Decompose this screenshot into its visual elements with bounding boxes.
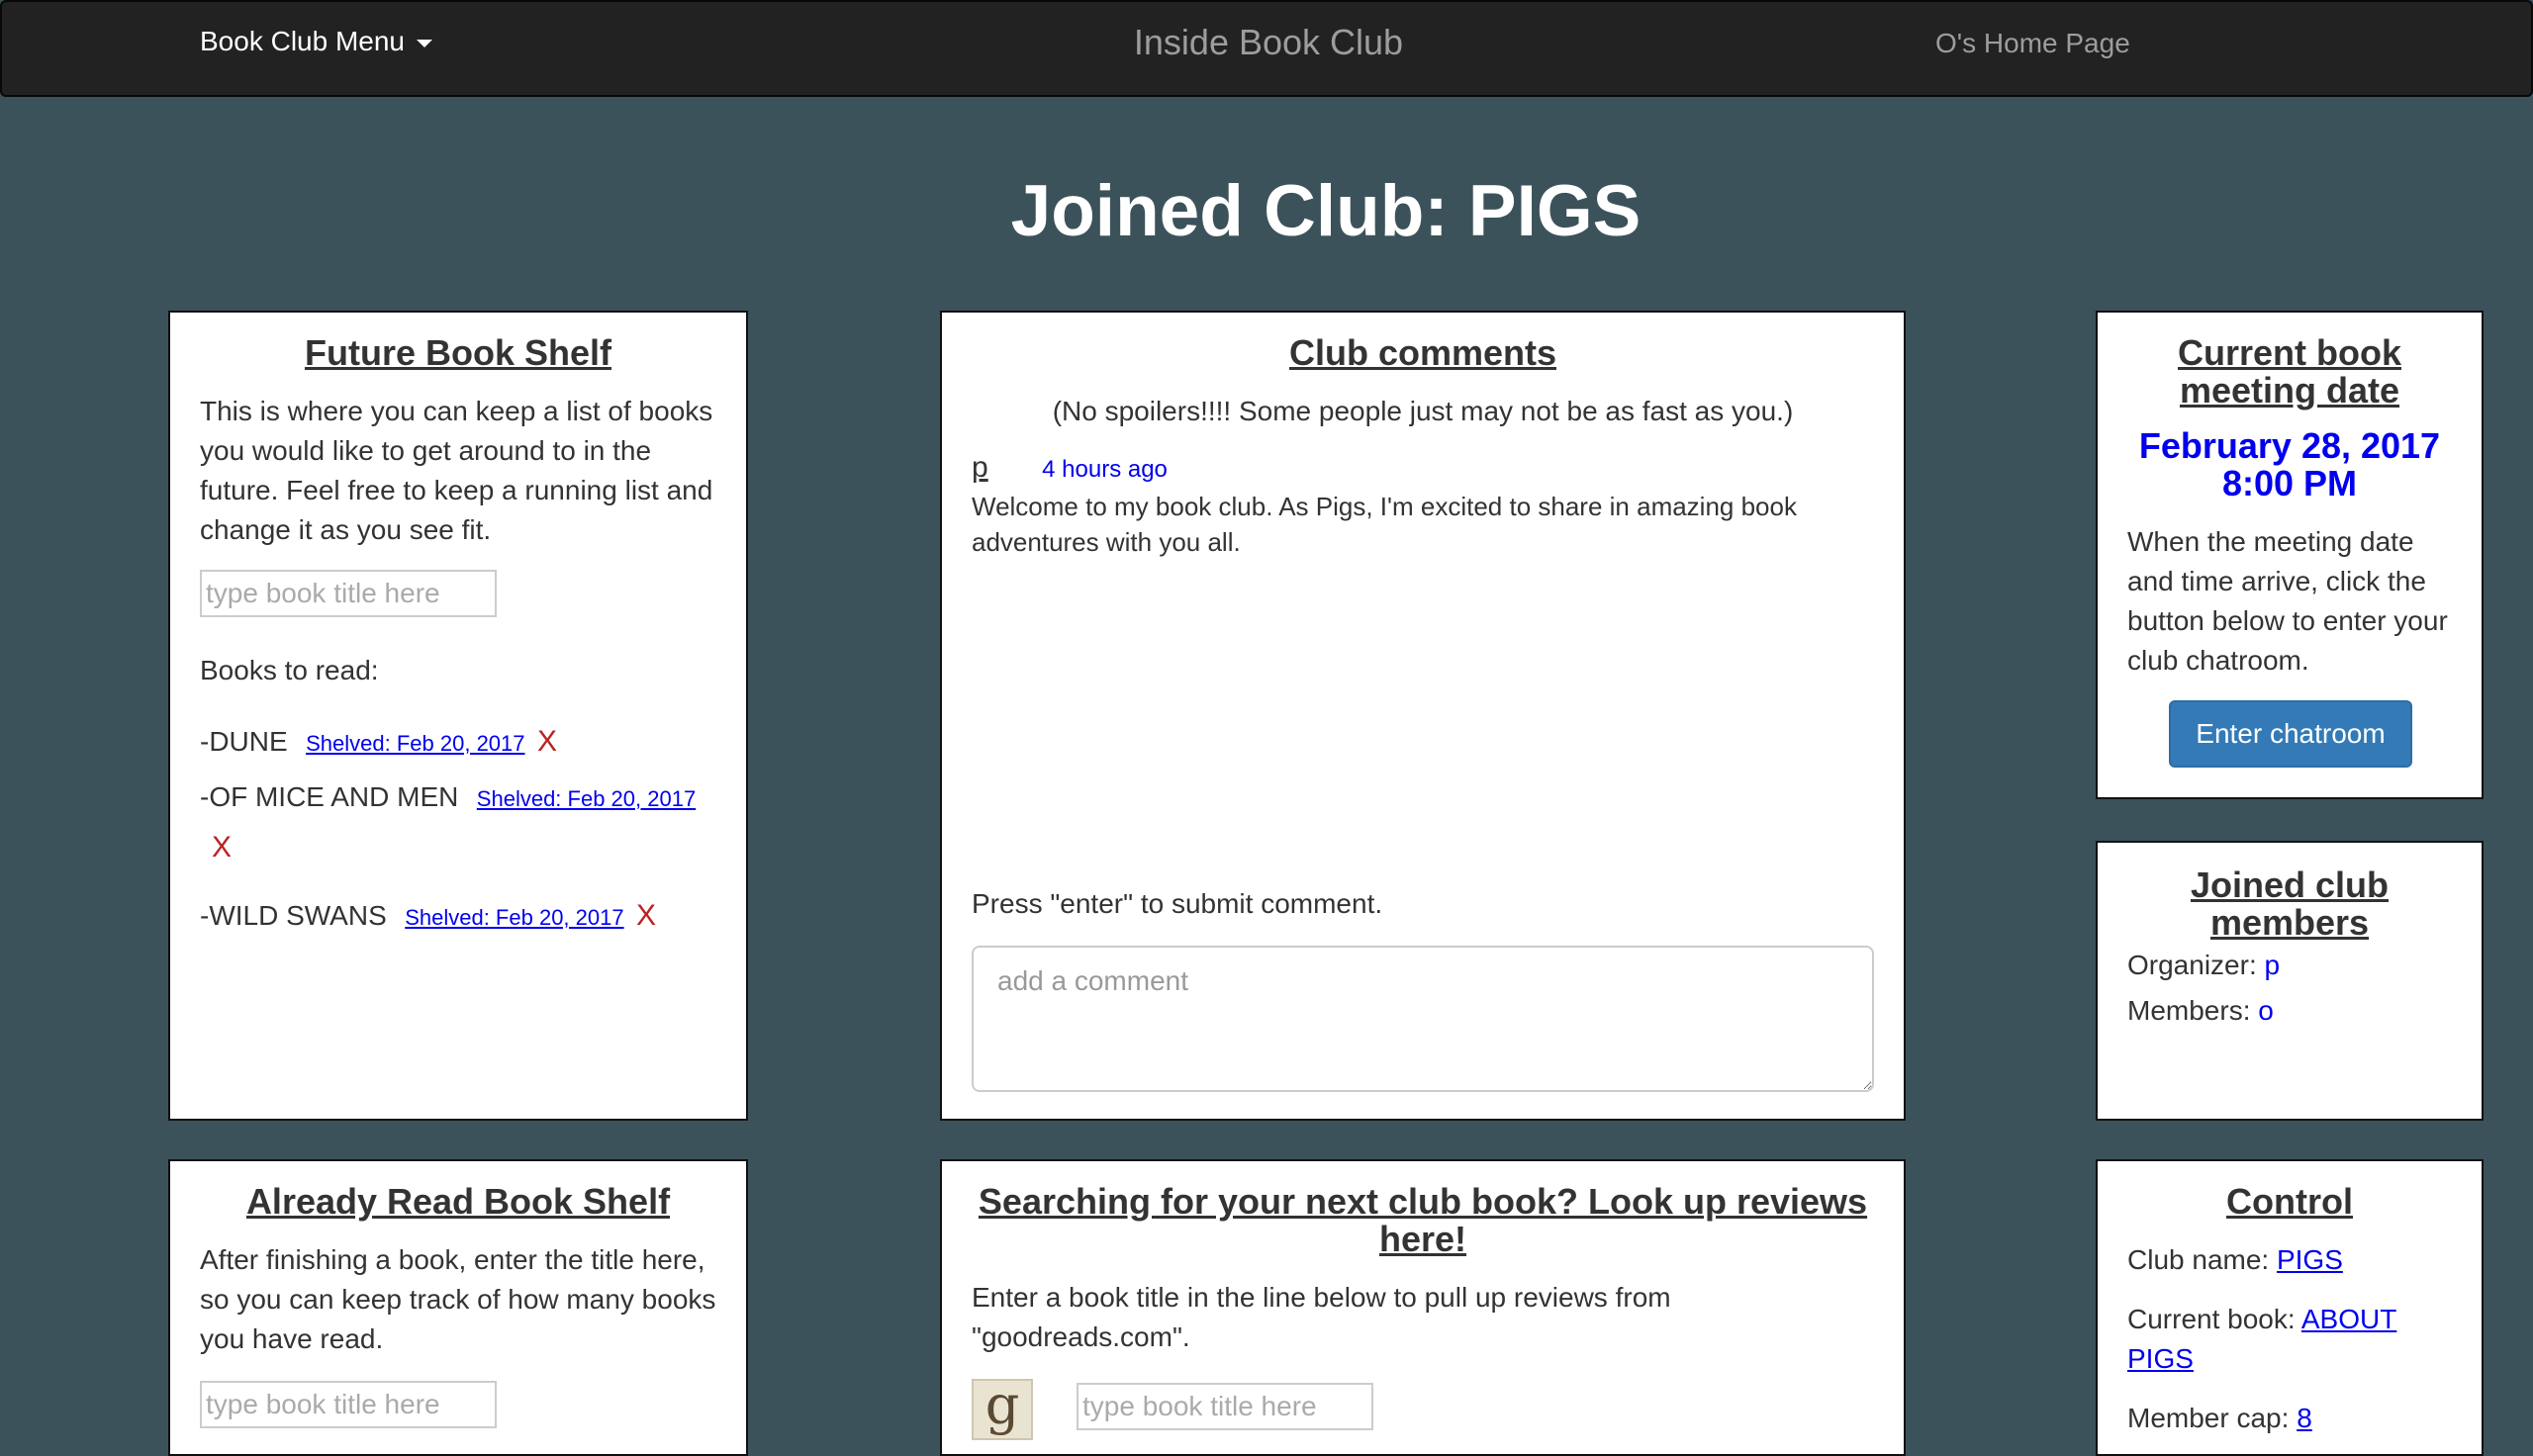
reviews-heading: Searching for your next club book? Look …	[978, 1181, 1868, 1259]
list-item: -OF MICE AND MEN Shelved: Feb 20, 2017	[200, 777, 696, 817]
meeting-date-panel: Current book meeting date February 28, 2…	[2096, 311, 2484, 799]
member-cap-label: Member cap:	[2127, 1403, 2290, 1433]
members-panel: Joined club members Organizer: p Members…	[2096, 841, 2484, 1121]
comment-item: p 4 hours ago Welcome to my book club. A…	[972, 451, 1862, 560]
meeting-date-value: February 28, 2017	[2138, 425, 2441, 466]
review-search-input[interactable]	[1077, 1383, 1373, 1430]
members-row: Members: o	[2127, 991, 2274, 1031]
member-cap-link[interactable]: 8	[2297, 1403, 2312, 1433]
organizer-link[interactable]: p	[2265, 950, 2281, 980]
member-cap-row: Member cap: 8	[2127, 1399, 2312, 1438]
comment-instruction: Press "enter" to submit comment.	[972, 888, 1383, 919]
future-book-shelf-panel: Future Book Shelf This is where you can …	[168, 311, 748, 1121]
meeting-time-value: 8:00 PM	[2221, 463, 2358, 503]
meeting-heading: Current book meeting date	[2177, 332, 2401, 410]
remove-book-icon[interactable]: X	[212, 831, 232, 864]
page-title: Joined Club: PIGS	[1010, 171, 1642, 251]
read-shelf-input[interactable]	[200, 1381, 497, 1428]
already-read-shelf-panel: Already Read Book Shelf After finishing …	[168, 1159, 748, 1456]
list-item: -WILD SWANS Shelved: Feb 20, 2017 X	[200, 896, 656, 936]
current-book-label: Current book:	[2127, 1304, 2296, 1334]
navbar: Book Club Menu Inside Book Club O's Home…	[0, 0, 2533, 97]
future-shelf-description: This is where you can keep a list of boo…	[200, 396, 713, 545]
control-panel: Control Club name: PIGS Current book: AB…	[2096, 1159, 2484, 1456]
future-shelf-input[interactable]	[200, 570, 497, 617]
club-name-link[interactable]: PIGS	[2277, 1244, 2343, 1275]
club-name-label: Club name:	[2127, 1244, 2270, 1275]
shelved-date-link[interactable]: Shelved: Feb 20, 2017	[405, 905, 623, 930]
reviews-panel: Searching for your next club book? Look …	[940, 1159, 1906, 1456]
list-item: -DUNE Shelved: Feb 20, 2017 X	[200, 722, 557, 762]
reviews-description: Enter a book title in the line below to …	[972, 1282, 1671, 1352]
organizer-label: Organizer:	[2127, 950, 2257, 980]
nav-title[interactable]: Inside Book Club	[2, 22, 2533, 63]
read-shelf-heading: Already Read Book Shelf	[245, 1181, 671, 1222]
comment-text: Welcome to my book club. As Pigs, I'm ex…	[972, 492, 1797, 557]
current-book-row: Current book: ABOUT PIGS	[2127, 1300, 2464, 1379]
book-title: -OF MICE AND MEN	[200, 781, 459, 812]
shelved-date-link[interactable]: Shelved: Feb 20, 2017	[477, 786, 696, 811]
members-label: Members:	[2127, 995, 2251, 1026]
club-comments-panel: Club comments (No spoilers!!!! Some peop…	[940, 311, 1906, 1121]
comment-textarea[interactable]	[972, 946, 1874, 1092]
book-title: -DUNE	[200, 726, 288, 757]
books-to-read-label: Books to read:	[200, 655, 379, 685]
comments-heading: Club comments	[1288, 332, 1557, 373]
member-link[interactable]: o	[2258, 995, 2274, 1026]
read-shelf-description: After finishing a book, enter the title …	[200, 1244, 716, 1354]
comment-timestamp: 4 hours ago	[1042, 456, 1168, 483]
enter-chatroom-button[interactable]: Enter chatroom	[2169, 700, 2412, 768]
members-heading: Joined club members	[2190, 864, 2390, 943]
remove-book-icon[interactable]: X	[636, 899, 656, 932]
remove-book-icon[interactable]: X	[537, 725, 557, 758]
meeting-date: February 28, 2017 8:00 PM	[2098, 427, 2482, 502]
shelved-date-link[interactable]: Shelved: Feb 20, 2017	[306, 731, 524, 756]
comments-subtitle: (No spoilers!!!! Some people just may no…	[1052, 396, 1794, 426]
book-title: -WILD SWANS	[200, 900, 387, 931]
future-shelf-heading: Future Book Shelf	[304, 332, 611, 373]
goodreads-logo-icon: g	[972, 1379, 1033, 1440]
organizer-row: Organizer: p	[2127, 946, 2280, 985]
club-name-row: Club name: PIGS	[2127, 1240, 2343, 1280]
control-heading: Control	[2226, 1181, 2353, 1222]
comment-author-link[interactable]: p	[972, 451, 988, 484]
meeting-description: When the meeting date and time arrive, c…	[2127, 526, 2448, 676]
home-page-link[interactable]: O's Home Page	[1935, 28, 2130, 59]
